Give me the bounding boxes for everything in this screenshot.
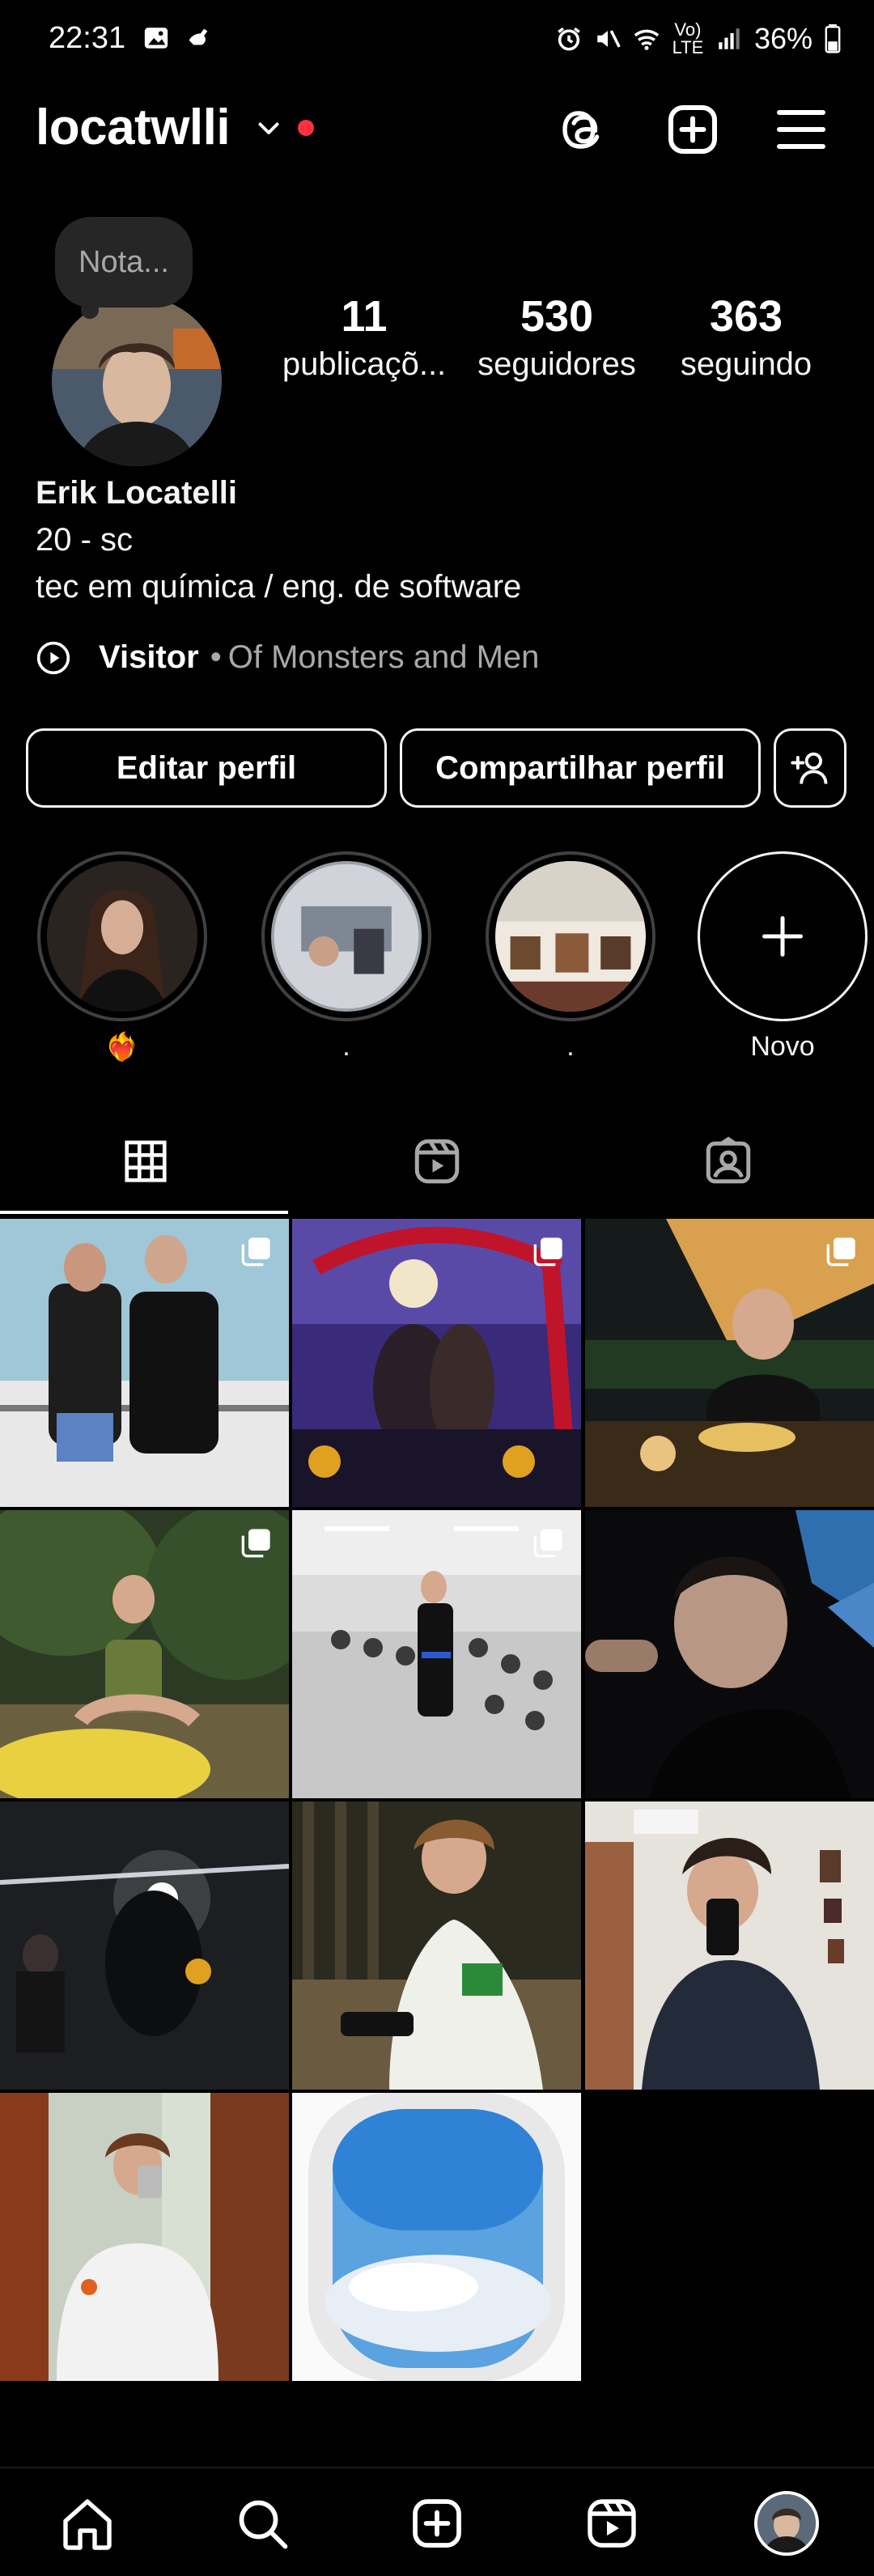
bio-line-1: 20 - sc [36,522,134,558]
stat-following-label: seguindo [680,346,812,382]
plus-icon [762,916,803,957]
post-thumbnail[interactable] [585,1802,874,2090]
tab-reels[interactable] [291,1109,583,1214]
stat-posts[interactable]: 11 publicaçõ... [275,291,453,383]
grid-icon [125,1140,167,1182]
carousel-icon [533,1237,562,1267]
highlight-item[interactable]: ❤️‍🔥 [37,851,207,1063]
stat-followers-label: seguidores [477,346,636,382]
highlight-label: . [566,1031,575,1062]
new-highlight[interactable]: Novo [698,851,868,1063]
create-icon [413,2499,461,2548]
post-thumbnail[interactable] [0,2093,289,2381]
note-bubble[interactable]: Nota... [55,217,193,308]
music-artist: Of Monsters and Men [227,639,540,675]
home-icon [63,2499,112,2550]
profile-avatar[interactable] [52,296,222,466]
alarm-icon [558,27,580,51]
stat-followers[interactable]: 530 seguidores [468,291,646,383]
create-icon[interactable] [664,100,722,159]
notification-dot [298,120,314,136]
active-tab-indicator [0,1211,288,1214]
carousel-icon [533,1529,562,1558]
carousel-icon [241,1237,270,1267]
battery-icon [825,24,841,53]
highlight-ring [486,851,656,1021]
profile-tabs [0,1109,874,1214]
post-thumbnail[interactable] [585,1219,874,1507]
stat-following[interactable]: 363 seguindo [660,291,832,383]
post-thumbnail[interactable] [292,1219,581,1507]
carousel-icon [241,1529,270,1558]
music-title: Visitor [99,639,199,675]
nav-create[interactable] [403,2489,471,2557]
chevron-down-icon[interactable] [254,113,283,142]
bottom-navigation [0,2467,874,2576]
stat-followers-value: 530 [520,292,594,341]
username[interactable]: locatwlli [36,99,231,156]
status-time: 22:31 [49,21,126,55]
hand-icon [189,28,208,45]
post-thumbnail[interactable] [292,1802,581,2090]
stat-posts-label: publicaçõ... [282,346,447,382]
tagged-icon [706,1136,751,1184]
edit-profile-label: Editar perfil [116,749,297,786]
stat-following-value: 363 [709,292,783,341]
menu-icon[interactable] [772,100,830,159]
status-right: Vo) LTE 36% [555,21,842,57]
highlight-label: ❤️‍🔥 [104,1032,140,1063]
nav-profile[interactable] [753,2489,821,2557]
discover-people-button[interactable] [774,728,846,808]
highlight-cover [47,861,197,1012]
share-profile-label: Compartilhar perfil [435,749,725,786]
post-thumbnail[interactable] [0,1802,289,2090]
wifi-icon [634,29,660,50]
avatar-photo [52,296,222,466]
highlight-ring [261,851,431,1021]
bio: Erik Locatelli 20 - sc tec em química / … [36,469,521,610]
threads-icon[interactable] [555,100,613,159]
highlight-cover [271,861,422,1012]
post-thumbnail[interactable] [292,1510,581,1798]
profile-music[interactable]: Visitor • Of Monsters and Men [36,639,539,676]
post-thumbnail[interactable] [585,1510,874,1798]
edit-profile-button[interactable]: Editar perfil [26,728,387,808]
highlight-ring [37,851,207,1021]
battery-percent: 36% [753,22,812,55]
add-person-icon [791,752,828,784]
highlight-item[interactable]: . [486,851,656,1063]
nav-search[interactable] [228,2489,296,2557]
status-left-icons [142,24,212,52]
tab-tagged[interactable] [583,1109,874,1214]
stat-posts-value: 11 [341,292,388,341]
reels-icon [588,2499,636,2548]
gallery-icon [144,28,168,49]
note-placeholder: Nota... [78,244,169,279]
mute-icon [597,30,621,48]
post-thumbnail[interactable] [292,2093,581,2381]
share-profile-button[interactable]: Compartilhar perfil [400,728,761,808]
tab-grid[interactable] [0,1109,291,1214]
display-name: Erik Locatelli [36,475,237,511]
nav-home[interactable] [53,2489,121,2557]
highlight-label: . [342,1031,350,1062]
new-highlight-label: Novo [750,1031,815,1062]
music-separator: • [210,639,222,675]
highlight-item[interactable]: . [261,851,431,1063]
profile-avatar [754,2491,819,2556]
carousel-icon [826,1237,855,1267]
play-icon [36,641,70,674]
highlight-cover [495,861,646,1012]
bio-line-2: tec em química / eng. de software [36,569,522,605]
post-thumbnail[interactable] [0,1510,289,1798]
volte-indicator: Vo) LTE [672,19,704,57]
profile-header: locatwlli [0,89,874,170]
search-icon [239,2500,288,2549]
nav-reels[interactable] [578,2489,646,2557]
signal-icon [719,28,740,49]
post-thumbnail[interactable] [0,1219,289,1507]
new-highlight-ring [698,851,868,1021]
status-bar: 22:31 Vo) LTE 36% [0,0,874,81]
reels-icon [414,1139,460,1184]
